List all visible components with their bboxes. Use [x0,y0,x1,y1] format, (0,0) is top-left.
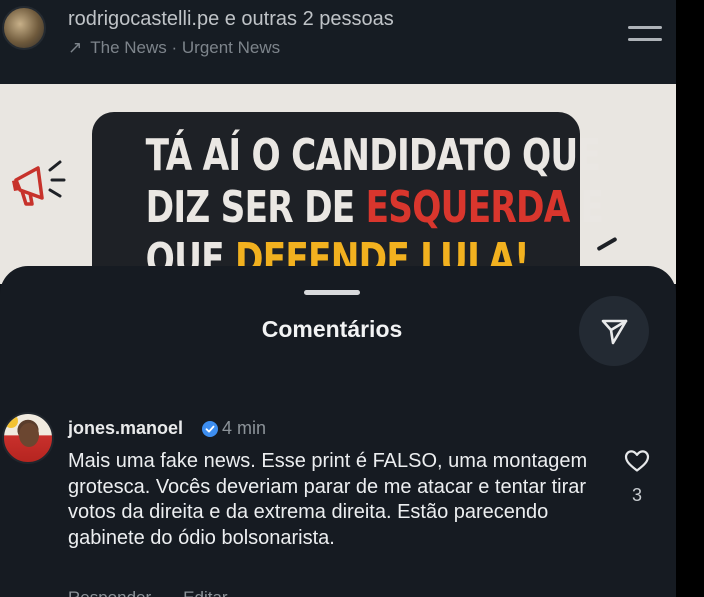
comment-time: 4 min [222,418,267,438]
post-header: rodrigocastelli.pe e outras 2 pessoas ↗ T… [0,0,676,84]
heart-icon[interactable] [624,449,650,473]
send-icon [601,319,628,345]
sheet-title: Comentários [261,316,403,342]
megaphone-icon [12,160,66,206]
post-author-line[interactable]: rodrigocastelli.pe e outras 2 pessoas [68,8,394,31]
comment-actions: Responder Editar [68,588,260,597]
verified-badge-icon [202,421,218,437]
send-button[interactable] [579,296,649,366]
repost-arrow-icon: ↗ [68,38,83,57]
screen: rodrigocastelli.pe e outras 2 pessoas ↗ T… [0,0,676,597]
headline-text: TÁ AÍ O CANDIDATO QUE DIZ SER DE ESQUERD… [145,130,604,284]
menu-icon[interactable] [628,24,662,44]
post-image[interactable]: TÁ AÍ O CANDIDATO QUE DIZ SER DE ESQUERD… [0,84,676,284]
comment-text: Mais uma fake news. Esse print é FALSO, … [68,450,588,549]
right-edge-strip [676,0,704,597]
like-count: 3 [631,485,642,505]
post-source[interactable]: ↗ The News · Urgent News [68,38,280,58]
author-avatar[interactable] [2,6,46,50]
comments-sheet: Comentários jones.manoel 4 min Mais uma … [0,266,676,597]
headline-line-1: TÁ AÍ O CANDIDATO QUE [145,130,601,181]
edit-button[interactable]: Editar [183,588,227,597]
drag-handle[interactable] [304,290,360,295]
headline-box: TÁ AÍ O CANDIDATO QUE DIZ SER DE ESQUERD… [92,112,604,284]
headline-line-2: DIZ SER DE ESQUERDA E [145,182,604,233]
reply-button[interactable]: Responder [68,588,151,597]
post-source-label: The News · Urgent News [90,38,281,57]
marker-stroke [596,236,618,252]
comment-username[interactable]: jones.manoel [68,418,183,439]
commenter-avatar[interactable] [2,412,54,464]
